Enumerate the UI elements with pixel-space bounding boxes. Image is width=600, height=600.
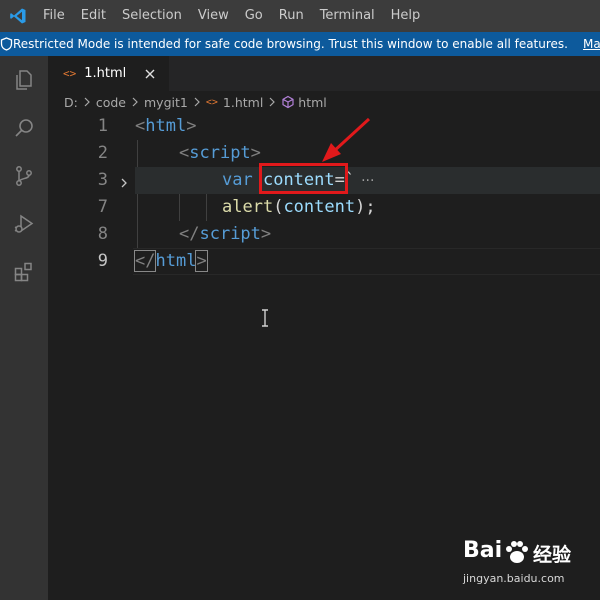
search-icon[interactable] <box>0 104 48 152</box>
manage-link[interactable]: Manage <box>583 37 600 51</box>
explorer-icon[interactable] <box>0 56 48 104</box>
code-line: 1 <html> <box>48 113 600 140</box>
banner-message: Restricted Mode is intended for safe cod… <box>13 37 568 51</box>
vscode-logo-icon <box>0 0 36 32</box>
menu-view[interactable]: View <box>190 0 237 32</box>
shield-icon <box>0 37 13 51</box>
code-line: 7 alert(content); <box>48 194 600 221</box>
breadcrumb-drive[interactable]: D: <box>64 95 78 110</box>
code-content: <script> <box>179 143 261 163</box>
chevron-right-icon <box>190 95 204 109</box>
breadcrumb-folder-mygit1[interactable]: mygit1 <box>144 95 188 110</box>
html-file-icon: <> <box>205 96 218 108</box>
activity-bar <box>0 56 48 600</box>
code-line: 8 </script> <box>48 221 600 248</box>
line-number: 8 <box>97 224 108 244</box>
menu-selection[interactable]: Selection <box>114 0 190 32</box>
extensions-icon[interactable] <box>0 248 48 296</box>
watermark-brand-right: 经验 <box>533 544 572 566</box>
breadcrumb-file[interactable]: <> 1.html <box>206 95 263 110</box>
menu-run[interactable]: Run <box>271 0 312 32</box>
breadcrumb-symbol[interactable]: html <box>281 94 327 110</box>
line-number: 1 <box>97 116 108 136</box>
menu-terminal[interactable]: Terminal <box>312 0 383 32</box>
line-number: 3 <box>97 170 108 190</box>
menu-file[interactable]: File <box>36 0 73 32</box>
line-number: 9 <box>97 251 108 271</box>
breadcrumb-symbol-label: html <box>298 94 327 110</box>
tab-1-html[interactable]: <> 1.html <box>48 56 169 91</box>
watermark-url: jingyan.baidu.com <box>463 572 565 585</box>
line-number: 7 <box>97 197 108 217</box>
close-icon[interactable] <box>143 66 157 80</box>
menu-go[interactable]: Go <box>237 0 271 32</box>
source-control-icon[interactable] <box>0 152 48 200</box>
run-debug-icon[interactable] <box>0 200 48 248</box>
chevron-right-icon <box>80 95 94 109</box>
code-content: <html> <box>135 116 197 136</box>
folded-ellipsis[interactable]: ··· <box>361 173 374 189</box>
menu-edit[interactable]: Edit <box>73 0 114 32</box>
breadcrumb-folder-code[interactable]: code <box>96 95 126 110</box>
bracket-match: > <box>195 250 208 272</box>
title-bar: File Edit Selection View Go Run Terminal… <box>0 0 600 32</box>
line-number: 2 <box>97 143 108 163</box>
breadcrumb: D: code mygit1 <> 1.html html <box>48 91 600 113</box>
baidu-jingyan-watermark: Bai 经验 jingyan.baidu.com <box>455 532 595 594</box>
chevron-right-icon <box>128 95 142 109</box>
breadcrumb-file-label: 1.html <box>222 94 264 110</box>
code-content: </script> <box>179 224 272 244</box>
code-line-current: 9 </html> <box>48 248 600 275</box>
paw-logo-icon <box>506 541 528 563</box>
watermark-brand-left: Bai <box>463 538 503 563</box>
html-file-icon: <> <box>63 67 77 80</box>
menu-bar: File Edit Selection View Go Run Terminal… <box>36 0 428 32</box>
code-content: alert(content); <box>222 197 376 217</box>
editor-tab-bar: <> 1.html <box>48 56 600 91</box>
menu-help[interactable]: Help <box>383 0 429 32</box>
annotation-highlight-box <box>259 163 348 194</box>
symbol-element-icon <box>281 95 295 109</box>
text-cursor-icon <box>262 309 268 327</box>
tab-label: 1.html <box>84 66 127 81</box>
bracket-match: </ <box>133 250 157 272</box>
chevron-right-icon[interactable] <box>118 174 130 188</box>
restricted-mode-banner: Restricted Mode is intended for safe cod… <box>0 32 600 56</box>
chevron-right-icon <box>265 95 279 109</box>
code-content: </html> <box>133 250 208 272</box>
